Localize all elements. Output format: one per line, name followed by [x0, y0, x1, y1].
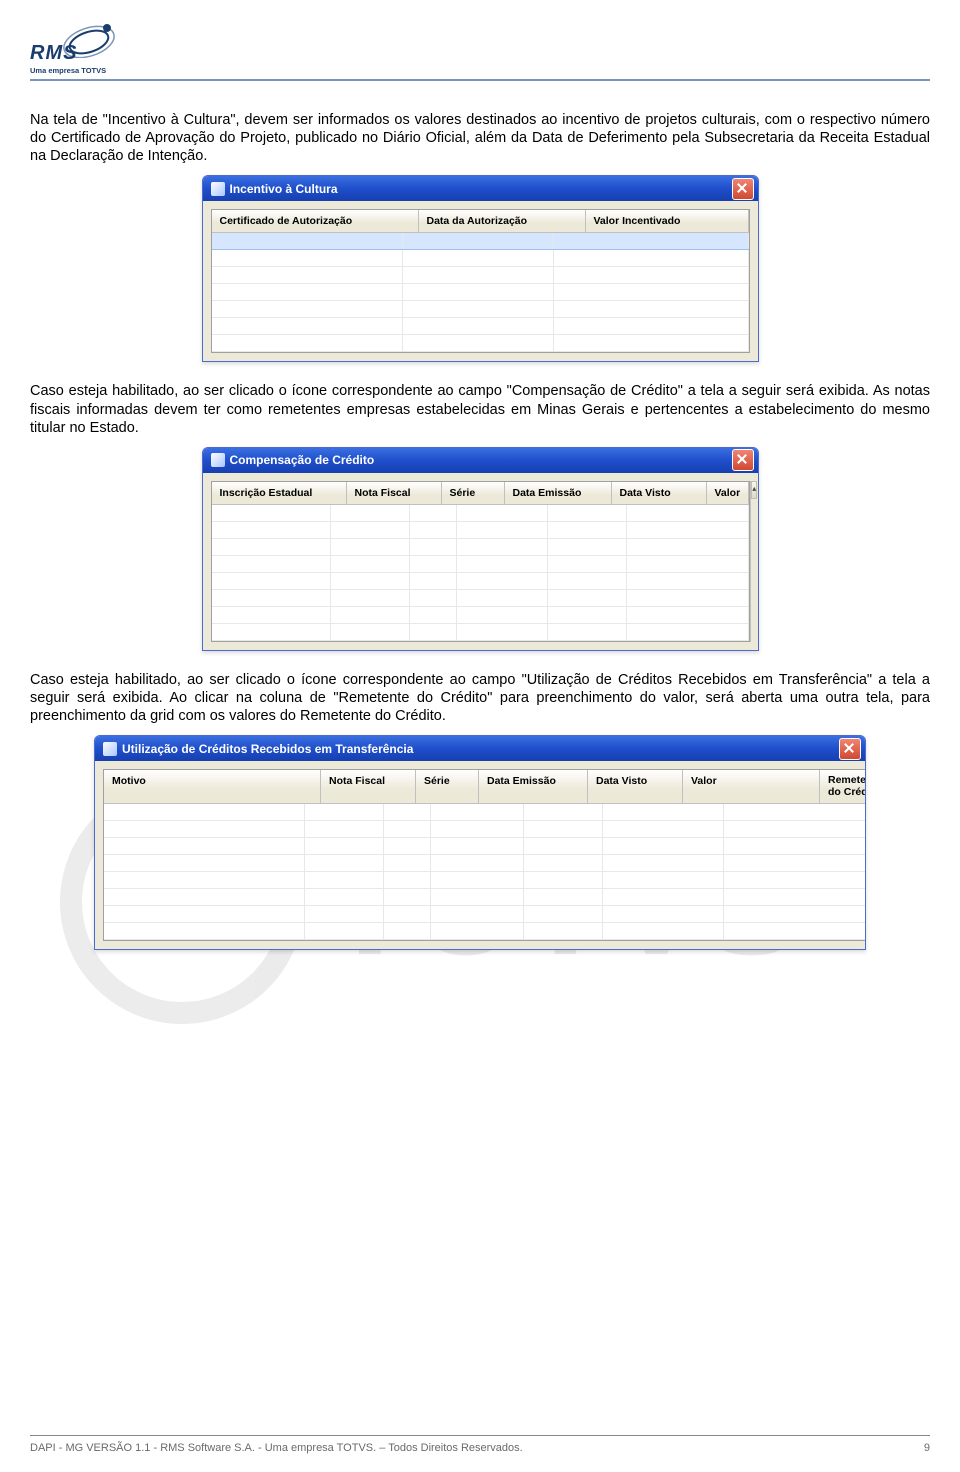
- col-header[interactable]: Nota Fiscal: [347, 482, 442, 504]
- col-header[interactable]: Data da Autorização: [419, 210, 586, 232]
- table-row[interactable]: [212, 267, 749, 284]
- logo-main-text: RMS: [30, 42, 77, 65]
- window-title: Utilização de Créditos Recebidos em Tran…: [122, 742, 413, 756]
- window-utilizacao-creditos: Utilização de Créditos Recebidos em Tran…: [94, 735, 866, 950]
- table-row[interactable]: [212, 335, 749, 352]
- col-header[interactable]: Valor: [683, 770, 820, 803]
- col-header[interactable]: Nota Fiscal: [321, 770, 416, 803]
- table-row[interactable]: [212, 284, 749, 301]
- table-row[interactable]: [212, 539, 750, 556]
- paragraph-2: Caso esteja habilitado, ao ser clicado o…: [30, 382, 930, 436]
- table-row[interactable]: [212, 233, 749, 250]
- table-row[interactable]: [104, 821, 866, 838]
- paragraph-1: Na tela de "Incentivo à Cultura", devem …: [30, 111, 930, 165]
- data-grid[interactable]: Motivo Nota Fiscal Série Data Emissão Da…: [103, 769, 866, 941]
- table-row[interactable]: [104, 906, 866, 923]
- data-grid[interactable]: Inscrição Estadual Nota Fiscal Série Dat…: [211, 481, 751, 642]
- data-grid[interactable]: Certificado de Autorização Data da Autor…: [211, 209, 750, 353]
- table-row[interactable]: [212, 607, 750, 624]
- app-icon: [211, 453, 225, 467]
- table-row[interactable]: [104, 855, 866, 872]
- app-icon: [211, 182, 225, 196]
- col-header[interactable]: Certificado de Autorização: [212, 210, 419, 232]
- table-row[interactable]: [212, 301, 749, 318]
- col-header[interactable]: Data Emissão: [479, 770, 588, 803]
- close-icon[interactable]: [839, 738, 861, 760]
- table-row[interactable]: [212, 624, 750, 641]
- close-icon[interactable]: [732, 449, 754, 471]
- table-row[interactable]: [104, 923, 866, 940]
- app-icon: [103, 742, 117, 756]
- col-header[interactable]: Valor: [707, 482, 750, 504]
- table-row[interactable]: [212, 505, 750, 522]
- titlebar[interactable]: Incentivo à Cultura: [203, 176, 758, 201]
- paragraph-3: Caso esteja habilitado, ao ser clicado o…: [30, 671, 930, 725]
- col-header[interactable]: Valor Incentivado: [586, 210, 749, 232]
- col-header[interactable]: Série: [442, 482, 505, 504]
- table-row[interactable]: [212, 556, 750, 573]
- table-row[interactable]: [212, 250, 749, 267]
- table-row[interactable]: [212, 522, 750, 539]
- col-header[interactable]: Série: [416, 770, 479, 803]
- window-compensacao-credito: Compensação de Crédito Inscrição Estadua…: [202, 447, 759, 651]
- scroll-up-icon[interactable]: ▴: [751, 481, 757, 499]
- col-header[interactable]: Remetente do Crédito: [820, 770, 866, 803]
- col-header[interactable]: Data Emissão: [505, 482, 612, 504]
- table-row[interactable]: [212, 590, 750, 607]
- col-header[interactable]: Inscrição Estadual: [212, 482, 347, 504]
- col-header[interactable]: Data Visto: [588, 770, 683, 803]
- window-title: Compensação de Crédito: [230, 453, 375, 467]
- page-number: 9: [924, 1442, 930, 1454]
- footer: DAPI - MG VERSÃO 1.1 - RMS Software S.A.…: [30, 1442, 930, 1454]
- table-row[interactable]: [104, 889, 866, 906]
- logo-area: RMS Uma empresa TOTVS: [30, 20, 930, 81]
- close-icon[interactable]: [732, 178, 754, 200]
- logo-divider: [30, 79, 930, 81]
- titlebar[interactable]: Utilização de Créditos Recebidos em Tran…: [95, 736, 865, 761]
- col-header[interactable]: Motivo: [104, 770, 321, 803]
- table-row[interactable]: [104, 838, 866, 855]
- window-incentivo-cultura: Incentivo à Cultura Certificado de Autor…: [202, 175, 759, 362]
- logo-sub-text: Uma empresa TOTVS: [30, 66, 106, 75]
- table-row[interactable]: [104, 872, 866, 889]
- footer-text: DAPI - MG VERSÃO 1.1 - RMS Software S.A.…: [30, 1442, 523, 1454]
- footer-divider: [30, 1435, 930, 1436]
- window-title: Incentivo à Cultura: [230, 182, 338, 196]
- table-row[interactable]: [212, 318, 749, 335]
- titlebar[interactable]: Compensação de Crédito: [203, 448, 758, 473]
- table-row[interactable]: [104, 804, 866, 821]
- col-header[interactable]: Data Visto: [612, 482, 707, 504]
- table-row[interactable]: [212, 573, 750, 590]
- scrollbar[interactable]: ▴: [750, 481, 757, 642]
